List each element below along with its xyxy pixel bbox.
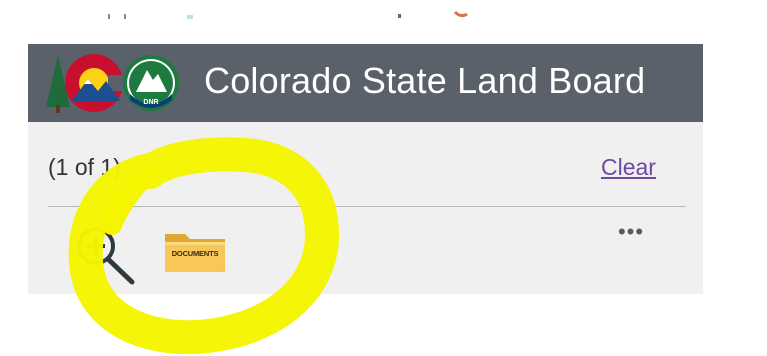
dnr-logo: DNR — [123, 55, 179, 111]
feature-count: (1 of 1) — [48, 154, 121, 180]
divider — [48, 206, 686, 207]
app-title: Colorado State Land Board — [204, 60, 646, 101]
popup-panel: DNR Colorado State Land Board (1 of 1) C… — [28, 44, 703, 294]
documents-button[interactable]: DOCUMENTS — [162, 226, 228, 276]
zoom-in-icon[interactable] — [72, 222, 140, 286]
svg-text:DNR: DNR — [143, 99, 158, 106]
cropped-top-artifacts — [108, 10, 468, 19]
clear-link[interactable]: Clear — [601, 154, 656, 181]
more-options-button[interactable]: ••• — [613, 220, 649, 244]
documents-label: DOCUMENTS — [171, 249, 219, 258]
app-header: DNR Colorado State Land Board — [28, 44, 703, 122]
